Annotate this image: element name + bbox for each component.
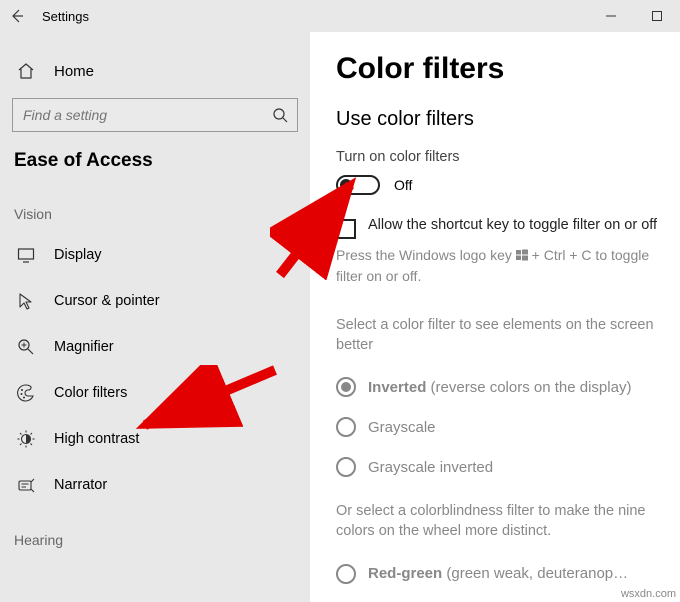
magnifier-icon <box>16 338 36 356</box>
window-title: Settings <box>42 9 89 24</box>
sidebar-item-narrator[interactable]: Narrator <box>0 462 310 508</box>
sidebar-home[interactable]: Home <box>0 52 310 98</box>
sidebar-item-magnifier[interactable]: Magnifier <box>0 324 310 370</box>
sidebar-item-label: High contrast <box>54 431 139 447</box>
radio-grayscale-inverted[interactable]: Grayscale inverted <box>336 447 670 487</box>
sidebar-item-label: Magnifier <box>54 339 114 355</box>
radio-red-green[interactable]: Red-green (green weak, deuteranop… <box>336 554 670 594</box>
sidebar-item-label: Color filters <box>54 385 127 401</box>
radio-inverted[interactable]: Inverted (reverse colors on the display) <box>336 367 670 407</box>
section-heading: Use color filters <box>336 108 670 131</box>
shortcut-checkbox-label: Allow the shortcut key to toggle filter … <box>368 217 657 233</box>
titlebar: Settings <box>0 0 680 32</box>
radio-button[interactable] <box>336 377 356 397</box>
search-icon[interactable] <box>263 107 297 123</box>
radio-button[interactable] <box>336 564 356 584</box>
toggle-knob <box>340 179 352 191</box>
content: Color filters Use color filters Turn on … <box>310 32 680 602</box>
minimize-button[interactable] <box>588 0 634 32</box>
sidebar-item-label: Narrator <box>54 477 107 493</box>
color-filters-icon <box>16 384 36 402</box>
radio-label: Inverted (reverse colors on the display) <box>368 379 631 396</box>
cursor-icon <box>16 292 36 310</box>
home-icon <box>16 62 36 80</box>
radio-label: Grayscale <box>368 419 436 436</box>
radio-label: Red-green (green weak, deuteranop… <box>368 565 628 582</box>
sidebar-section-hearing: Hearing <box>0 526 310 558</box>
back-icon[interactable] <box>8 7 26 25</box>
shortcut-checkbox[interactable] <box>336 219 356 239</box>
sidebar-item-label: Cursor & pointer <box>54 293 160 309</box>
radio-grayscale[interactable]: Grayscale <box>336 407 670 447</box>
sidebar-item-label: Display <box>54 247 102 263</box>
shortcut-hint: Press the Windows logo key + Ctrl + C to… <box>336 245 670 287</box>
page-title: Color filters <box>336 52 670 86</box>
search-input[interactable] <box>13 107 263 123</box>
sidebar: Home Ease of Access Vision Display <box>0 32 310 602</box>
colorblind-group-desc: Or select a colorblindness filter to mak… <box>336 501 670 542</box>
sidebar-item-cursor[interactable]: Cursor & pointer <box>0 278 310 324</box>
search-box[interactable] <box>12 98 298 132</box>
watermark: wsxdn.com <box>621 588 676 600</box>
sidebar-item-color-filters[interactable]: Color filters <box>0 370 310 416</box>
sidebar-home-label: Home <box>54 63 94 80</box>
sidebar-category-title: Ease of Access <box>0 146 310 200</box>
radio-button[interactable] <box>336 417 356 437</box>
radio-label: Grayscale inverted <box>368 459 493 476</box>
toggle-label: Turn on color filters <box>336 149 670 165</box>
filter-group-desc: Select a color filter to see elements on… <box>336 315 670 356</box>
radio-button[interactable] <box>336 457 356 477</box>
maximize-button[interactable] <box>634 0 680 32</box>
narrator-icon <box>16 476 36 494</box>
sidebar-item-display[interactable]: Display <box>0 232 310 278</box>
high-contrast-icon <box>16 430 36 448</box>
color-filters-toggle[interactable] <box>336 175 380 195</box>
sidebar-section-vision: Vision <box>0 200 310 232</box>
windows-logo-icon <box>516 246 528 266</box>
toggle-state-text: Off <box>394 177 412 193</box>
display-icon <box>16 246 36 264</box>
sidebar-item-high-contrast[interactable]: High contrast <box>0 416 310 462</box>
